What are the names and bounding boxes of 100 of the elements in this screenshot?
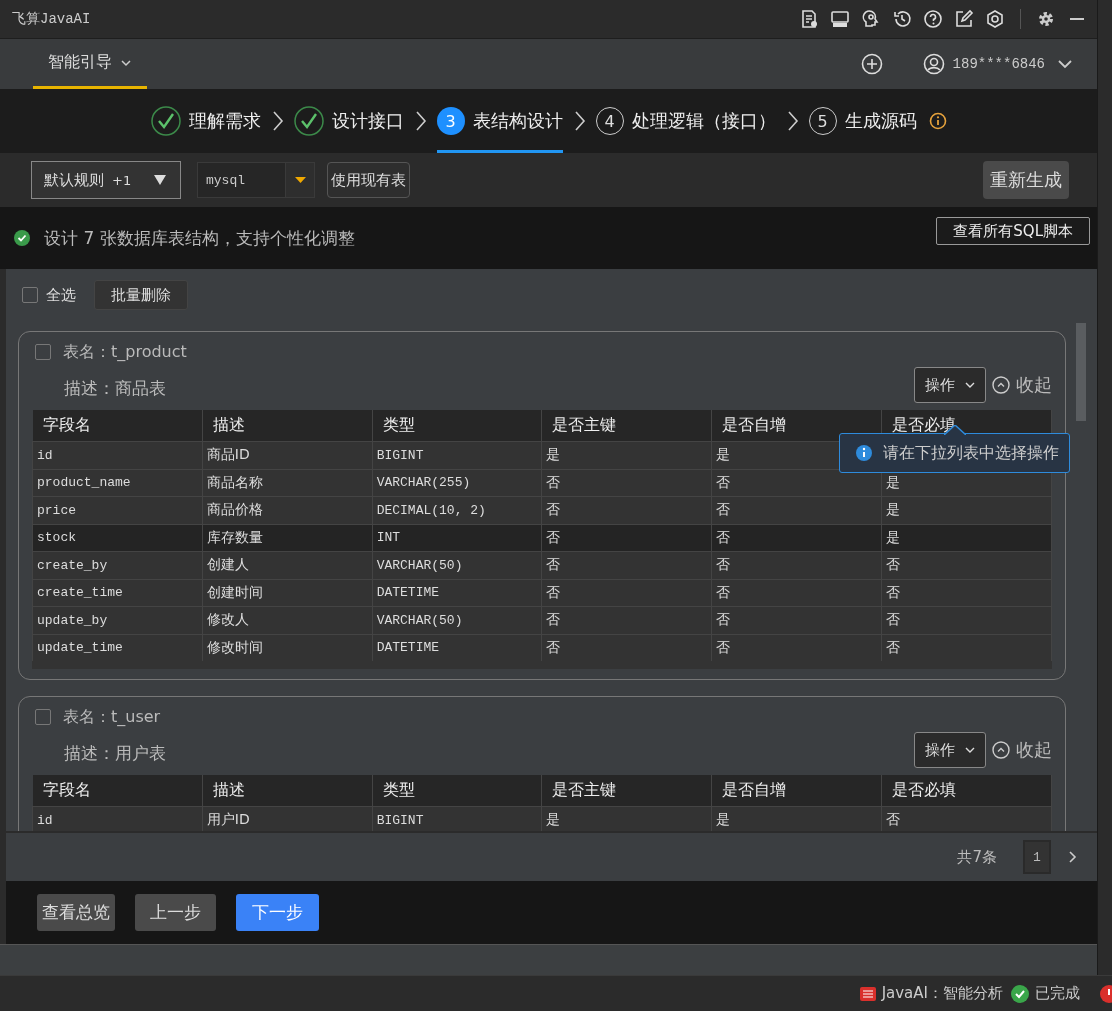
chevron-right-icon <box>270 110 284 132</box>
column-header: 类型 <box>372 410 542 442</box>
table-cell: INT <box>376 530 401 546</box>
error-icon <box>1100 984 1112 1003</box>
table-cell: 是 <box>546 446 561 463</box>
collapse-button[interactable]: 收起 <box>992 373 1052 397</box>
column-header: 是否主键 <box>542 775 712 807</box>
summary-text: 设计 7 张数据库表结构，支持个性化调整 <box>44 226 356 250</box>
table-cell: 是 <box>546 811 561 828</box>
table-cell: 修改时间 <box>206 638 263 655</box>
help-icon[interactable] <box>923 9 943 29</box>
table-cell: 商品价格 <box>206 501 263 518</box>
monitor-icon[interactable] <box>830 9 850 29</box>
action-dropdown[interactable]: 操作 <box>914 367 986 403</box>
select-all-label[interactable]: 全选 <box>46 285 76 305</box>
edit-icon[interactable] <box>954 9 974 29</box>
step-label: 处理逻辑（接口） <box>631 109 776 133</box>
window-title: 飞算JavaAI <box>12 10 92 28</box>
chevron-down-icon <box>965 380 975 390</box>
settings-icon[interactable] <box>1036 9 1056 29</box>
column-header: 描述 <box>202 410 373 442</box>
table-cell: 是 <box>716 446 731 463</box>
table-cell: DATETIME <box>376 585 440 601</box>
database-select[interactable]: mysql <box>197 162 315 198</box>
table-cell: 否 <box>716 556 731 573</box>
table-cell: 创建人 <box>206 556 249 573</box>
hexagon-icon[interactable] <box>985 9 1005 29</box>
table-cell: DECIMAL(10, 2) <box>376 502 486 518</box>
user-icon[interactable] <box>922 53 945 75</box>
table-cell: 商品名称 <box>206 473 263 490</box>
column-header: 字段名 <box>32 410 203 442</box>
table-description: 描述：用户表 <box>64 741 167 765</box>
table-name: 表名：t_product <box>63 341 187 363</box>
history-icon[interactable] <box>892 9 912 29</box>
collapse-icon <box>992 376 1010 394</box>
table-cell: BIGINT <box>376 447 424 463</box>
chevron-right-icon <box>413 110 427 132</box>
add-icon[interactable] <box>860 53 883 75</box>
head-icon[interactable] <box>861 9 881 29</box>
next-step-button[interactable]: 下一步 <box>236 894 319 931</box>
check-circle-icon <box>1011 984 1029 1003</box>
table-cell: VARCHAR(50) <box>376 557 463 573</box>
batch-delete-button[interactable]: 批量删除 <box>94 280 188 310</box>
page-button[interactable]: 1 <box>1023 840 1051 874</box>
table-cell: id <box>37 447 53 463</box>
rule-select[interactable]: 默认规则 +1 <box>31 161 181 199</box>
plugin-status: JavaAI：智能分析 <box>881 984 1003 1003</box>
table-cell: 否 <box>716 473 731 490</box>
checkbox[interactable] <box>35 344 51 360</box>
collapse-icon <box>992 741 1010 759</box>
table-cell: 用户ID <box>206 811 250 828</box>
table-cell: 否 <box>886 611 901 628</box>
next-page-icon[interactable] <box>1067 851 1077 863</box>
table-cell: create_by <box>37 557 108 573</box>
table-cell: 否 <box>546 611 561 628</box>
checkbox[interactable] <box>22 287 38 303</box>
table-cell: 是 <box>886 473 901 490</box>
column-header: 是否自增 <box>711 410 882 442</box>
column-header: 是否必填 <box>881 775 1052 807</box>
info-icon <box>928 112 947 130</box>
table-cell: 否 <box>716 583 731 600</box>
column-header: 描述 <box>202 775 373 807</box>
document-icon[interactable] <box>799 9 819 29</box>
chevron-right-icon <box>785 110 799 132</box>
table-cell: 否 <box>716 528 731 545</box>
plugin-logo-icon <box>859 986 876 1001</box>
table-cell: 否 <box>546 528 561 545</box>
action-dropdown[interactable]: 操作 <box>914 732 986 768</box>
use-existing-button[interactable]: 使用现有表 <box>327 162 410 198</box>
table-cell: 是 <box>716 811 731 828</box>
table-cell: BIGINT <box>376 812 424 828</box>
collapse-button[interactable]: 收起 <box>992 738 1052 762</box>
checkbox[interactable] <box>35 709 51 725</box>
table-cell: 否 <box>716 611 731 628</box>
table-cell: 否 <box>716 638 731 655</box>
table-cell: 否 <box>886 583 901 600</box>
view-sql-button[interactable]: 查看所有SQL脚本 <box>936 217 1090 245</box>
regenerate-button[interactable]: 重新生成 <box>983 161 1069 199</box>
table-cell: 否 <box>546 638 561 655</box>
table-cell: product_name <box>37 475 131 491</box>
footer-button[interactable]: 查看总览 <box>37 894 115 931</box>
table-cell: id <box>37 812 53 828</box>
table-cell: price <box>37 502 76 518</box>
table-cell: VARCHAR(255) <box>376 475 471 491</box>
column-header: 类型 <box>372 775 542 807</box>
step-label: 生成源码 <box>844 109 917 133</box>
table-cell: 库存数量 <box>206 528 263 545</box>
table-cell: 创建时间 <box>206 583 263 600</box>
table-cell: create_time <box>37 585 123 601</box>
table-cell: DATETIME <box>376 640 440 656</box>
footer-button[interactable]: 上一步 <box>135 894 216 931</box>
step-label: 表结构设计 <box>472 109 563 133</box>
scrollbar-thumb[interactable] <box>1076 323 1086 421</box>
table-cell: 否 <box>546 501 561 518</box>
table-cell: 修改人 <box>206 611 249 628</box>
table-cell: 否 <box>546 473 561 490</box>
table-cell: 否 <box>546 583 561 600</box>
table-cell: 否 <box>886 811 901 828</box>
dropdown-triangle-icon <box>154 175 166 185</box>
column-header: 是否主键 <box>542 410 712 442</box>
